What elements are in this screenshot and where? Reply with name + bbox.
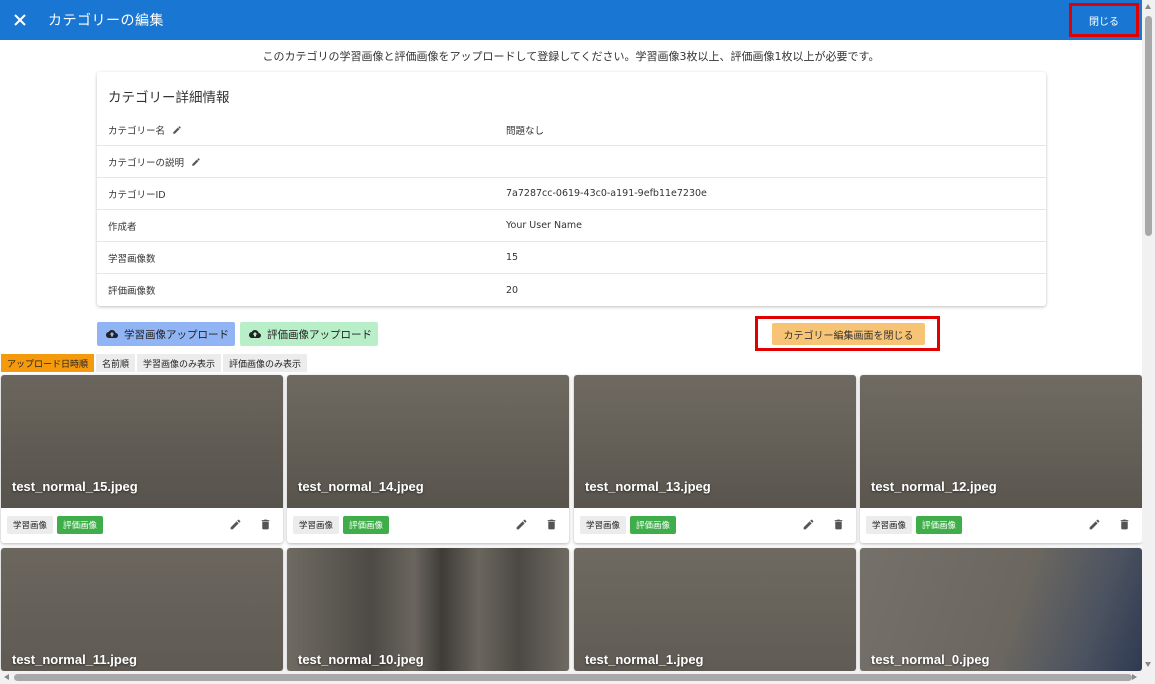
sort-tabs: アップロード日時順 名前順 学習画像のみ表示 評価画像のみ表示 [1, 354, 309, 372]
edit-icon[interactable] [802, 518, 815, 531]
cloud-upload-icon [249, 330, 261, 338]
category-details-card: カテゴリー詳細情報 カテゴリー名 問題なし カテゴリーの説明 カテゴリーID 7… [97, 72, 1046, 306]
image-filename: test_normal_14.jpeg [298, 479, 424, 494]
upload-train-button[interactable]: 学習画像アップロード [97, 322, 235, 346]
instruction-text: このカテゴリの学習画像と評価画像をアップロードして登録してください。学習画像3枚… [262, 50, 880, 63]
scroll-right-icon[interactable] [1132, 674, 1137, 680]
detail-row-author: 作成者 Your User Name [97, 210, 1046, 242]
image-filename: test_normal_13.jpeg [585, 479, 711, 494]
pencil-icon[interactable] [172, 125, 182, 135]
eval-chip[interactable]: 評価画像 [343, 516, 390, 534]
detail-value: 20 [506, 284, 519, 296]
delete-icon[interactable] [1118, 518, 1131, 531]
upload-eval-label: 評価画像アップロード [267, 328, 372, 341]
image-card[interactable]: test_normal_0.jpeg [860, 548, 1142, 671]
image-card[interactable]: test_normal_15.jpeg 学習画像 評価画像 [1, 375, 283, 543]
detail-row-name: カテゴリー名 問題なし [97, 114, 1046, 146]
image-filename: test_normal_0.jpeg [871, 652, 990, 667]
image-actions: 学習画像 評価画像 [860, 508, 1142, 542]
edit-icon[interactable] [515, 518, 528, 531]
train-chip[interactable]: 学習画像 [7, 516, 54, 534]
image-card[interactable]: test_normal_12.jpeg 学習画像 評価画像 [860, 375, 1142, 543]
train-chip[interactable]: 学習画像 [293, 516, 340, 534]
detail-row-train-count: 学習画像数 15 [97, 242, 1046, 274]
train-chip[interactable]: 学習画像 [866, 516, 913, 534]
horizontal-scrollbar[interactable] [0, 671, 1155, 684]
image-thumbnail[interactable]: test_normal_14.jpeg [287, 375, 569, 508]
image-thumbnail[interactable]: test_normal_10.jpeg [287, 548, 569, 671]
image-thumbnail[interactable]: test_normal_13.jpeg [574, 375, 856, 508]
detail-value: 問題なし [506, 125, 545, 137]
sort-tab-train-only[interactable]: 学習画像のみ表示 [137, 354, 222, 372]
detail-label: カテゴリーID [108, 189, 166, 201]
image-thumbnail[interactable]: test_normal_1.jpeg [574, 548, 856, 671]
pencil-icon[interactable] [191, 157, 201, 167]
detail-label: カテゴリーの説明 [108, 157, 185, 169]
sort-tab-name[interactable]: 名前順 [96, 354, 136, 372]
detail-row-eval-count: 評価画像数 20 [97, 274, 1046, 306]
sort-tab-eval-only[interactable]: 評価画像のみ表示 [223, 354, 308, 372]
sort-tab-upload-date[interactable]: アップロード日時順 [1, 354, 95, 372]
image-card[interactable]: test_normal_11.jpeg [1, 548, 283, 671]
eval-chip[interactable]: 評価画像 [630, 516, 677, 534]
close-edit-highlight: カテゴリー編集画面を閉じる [755, 316, 940, 351]
image-filename: test_normal_15.jpeg [12, 479, 138, 494]
image-actions: 学習画像 評価画像 [574, 508, 856, 542]
scroll-left-icon[interactable] [4, 674, 9, 680]
close-edit-button[interactable]: カテゴリー編集画面を閉じる [772, 323, 925, 345]
image-filename: test_normal_10.jpeg [298, 652, 424, 667]
page-title: カテゴリーの編集 [48, 13, 164, 29]
close-icon[interactable] [0, 0, 40, 40]
detail-label: 学習画像数 [108, 253, 156, 265]
image-card[interactable]: test_normal_1.jpeg [574, 548, 856, 671]
train-chip[interactable]: 学習画像 [580, 516, 627, 534]
detail-label: 作成者 [108, 221, 137, 233]
upload-eval-button[interactable]: 評価画像アップロード [240, 322, 378, 346]
image-filename: test_normal_12.jpeg [871, 479, 997, 494]
detail-row-description: カテゴリーの説明 [97, 146, 1046, 178]
detail-label: カテゴリー名 [108, 125, 166, 137]
image-thumbnail[interactable]: test_normal_0.jpeg [860, 548, 1142, 671]
cloud-upload-icon [106, 330, 118, 338]
image-actions: 学習画像 評価画像 [287, 508, 569, 542]
detail-value: 7a7287cc-0619-43c0-a191-9efb11e7230e [506, 188, 707, 199]
image-actions: 学習画像 評価画像 [1, 508, 283, 542]
delete-icon[interactable] [259, 518, 272, 531]
image-thumbnail[interactable]: test_normal_15.jpeg [1, 375, 283, 508]
app-bar: カテゴリーの編集 閉じる [0, 0, 1142, 40]
detail-label: 評価画像数 [108, 286, 156, 297]
scrollbar-thumb[interactable] [14, 674, 1132, 681]
upload-train-label: 学習画像アップロード [124, 328, 229, 341]
vertical-scrollbar[interactable] [1142, 0, 1155, 671]
scroll-down-icon[interactable] [1145, 662, 1151, 667]
image-filename: test_normal_1.jpeg [585, 652, 704, 667]
image-card[interactable]: test_normal_14.jpeg 学習画像 評価画像 [287, 375, 569, 543]
details-title: カテゴリー詳細情報 [108, 90, 230, 106]
eval-chip[interactable]: 評価画像 [916, 516, 963, 534]
detail-value: 15 [506, 252, 519, 263]
image-filename: test_normal_11.jpeg [12, 652, 137, 667]
delete-icon[interactable] [545, 518, 558, 531]
edit-icon[interactable] [229, 518, 242, 531]
edit-icon[interactable] [1088, 518, 1101, 531]
scrollbar-thumb[interactable] [1145, 16, 1152, 236]
image-card[interactable]: test_normal_13.jpeg 学習画像 評価画像 [574, 375, 856, 543]
image-card[interactable]: test_normal_10.jpeg [287, 548, 569, 671]
image-thumbnail[interactable]: test_normal_11.jpeg [1, 548, 283, 671]
eval-chip[interactable]: 評価画像 [57, 516, 104, 534]
scroll-up-icon[interactable] [1145, 4, 1151, 9]
detail-value: Your User Name [506, 220, 582, 231]
detail-row-id: カテゴリーID 7a7287cc-0619-43c0-a191-9efb11e7… [97, 178, 1046, 210]
image-thumbnail[interactable]: test_normal_12.jpeg [860, 375, 1142, 508]
delete-icon[interactable] [832, 518, 845, 531]
close-button[interactable]: 閉じる [1069, 3, 1139, 37]
